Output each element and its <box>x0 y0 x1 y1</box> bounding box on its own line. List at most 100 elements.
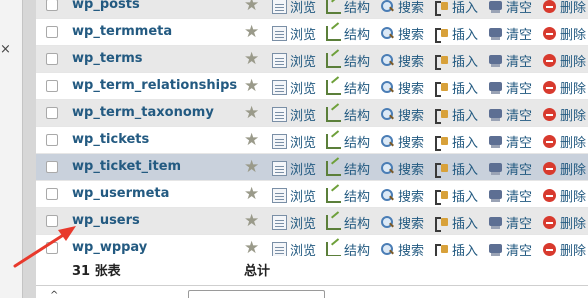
favorite-star-icon[interactable]: ★ <box>244 131 259 149</box>
browse-action[interactable]: 浏览 <box>272 213 316 232</box>
search-action[interactable]: 搜索 <box>380 24 424 43</box>
empty-action[interactable]: 清空 <box>488 24 532 43</box>
table-row[interactable]: wp_ticket_item ★ 浏览 结构 搜索 插入 清空 删除 <box>36 154 588 181</box>
table-row[interactable]: wp_terms ★ 浏览 结构 搜索 插入 清空 删除 <box>36 46 588 73</box>
favorite-star-icon[interactable]: ★ <box>244 212 259 230</box>
drop-action[interactable]: 删除 <box>542 186 586 205</box>
favorite-star-icon[interactable]: ★ <box>244 158 259 176</box>
drop-action[interactable]: 删除 <box>542 213 586 232</box>
search-action[interactable]: 搜索 <box>380 78 424 97</box>
table-row[interactable]: wp_posts ★ 浏览 结构 搜索 插入 清空 删除 <box>36 0 588 19</box>
table-name-link[interactable]: wp_term_relationships <box>72 78 237 93</box>
search-action[interactable]: 搜索 <box>380 0 424 16</box>
table-row[interactable]: wp_users ★ 浏览 结构 搜索 插入 清空 删除 <box>36 208 588 235</box>
drop-action[interactable]: 删除 <box>542 159 586 178</box>
structure-action[interactable]: 结构 <box>326 105 370 124</box>
table-name-link[interactable]: wp_wppay <box>72 240 147 255</box>
drop-action[interactable]: 删除 <box>542 24 586 43</box>
browse-action[interactable]: 浏览 <box>272 105 316 124</box>
search-action[interactable]: 搜索 <box>380 159 424 178</box>
browse-action[interactable]: 浏览 <box>272 159 316 178</box>
insert-action[interactable]: 插入 <box>434 78 478 97</box>
table-name-link[interactable]: wp_users <box>72 213 140 228</box>
insert-action[interactable]: 插入 <box>434 105 478 124</box>
table-row[interactable]: wp_tickets ★ 浏览 结构 搜索 插入 清空 删除 <box>36 127 588 154</box>
row-checkbox[interactable] <box>46 107 58 119</box>
empty-action[interactable]: 清空 <box>488 78 532 97</box>
structure-action[interactable]: 结构 <box>326 132 370 151</box>
search-action[interactable]: 搜索 <box>380 213 424 232</box>
drop-action[interactable]: 删除 <box>542 78 586 97</box>
row-checkbox[interactable] <box>46 80 58 92</box>
search-action[interactable]: 搜索 <box>380 132 424 151</box>
structure-action[interactable]: 结构 <box>326 186 370 205</box>
row-checkbox[interactable] <box>46 26 58 38</box>
with-selected-dropdown[interactable] <box>188 290 325 298</box>
insert-action[interactable]: 插入 <box>434 51 478 70</box>
browse-action[interactable]: 浏览 <box>272 24 316 43</box>
insert-action[interactable]: 插入 <box>434 213 478 232</box>
insert-action[interactable]: 插入 <box>434 132 478 151</box>
empty-action[interactable]: 清空 <box>488 132 532 151</box>
browse-action[interactable]: 浏览 <box>272 51 316 70</box>
empty-action[interactable]: 清空 <box>488 159 532 178</box>
insert-action[interactable]: 插入 <box>434 24 478 43</box>
favorite-star-icon[interactable]: ★ <box>244 185 259 203</box>
table-name-link[interactable]: wp_usermeta <box>72 186 169 201</box>
drop-action[interactable]: 删除 <box>542 51 586 70</box>
browse-label: 浏览 <box>290 1 317 16</box>
empty-label: 清空 <box>506 109 533 124</box>
browse-action[interactable]: 浏览 <box>272 186 316 205</box>
favorite-star-icon[interactable]: ★ <box>244 50 259 68</box>
drop-action[interactable]: 删除 <box>542 105 586 124</box>
search-icon <box>380 53 395 68</box>
empty-action[interactable]: 清空 <box>488 105 532 124</box>
drop-action[interactable]: 删除 <box>542 0 586 16</box>
row-checkbox[interactable] <box>46 0 58 11</box>
structure-action[interactable]: 结构 <box>326 24 370 43</box>
table-name-link[interactable]: wp_posts <box>72 0 140 12</box>
browse-action[interactable]: 浏览 <box>272 0 316 16</box>
table-name-link[interactable]: wp_terms <box>72 51 143 66</box>
empty-action[interactable]: 清空 <box>488 186 532 205</box>
search-action[interactable]: 搜索 <box>380 51 424 70</box>
empty-icon <box>488 53 503 68</box>
structure-action[interactable]: 结构 <box>326 159 370 178</box>
drop-action[interactable]: 删除 <box>542 132 586 151</box>
table-name-link[interactable]: wp_ticket_item <box>72 159 181 174</box>
empty-action[interactable]: 清空 <box>488 213 532 232</box>
row-checkbox[interactable] <box>46 161 58 173</box>
search-action[interactable]: 搜索 <box>380 186 424 205</box>
row-checkbox[interactable] <box>46 215 58 227</box>
favorite-star-icon[interactable]: ★ <box>244 0 259 14</box>
structure-action[interactable]: 结构 <box>326 213 370 232</box>
row-checkbox[interactable] <box>46 53 58 65</box>
row-checkbox[interactable] <box>46 188 58 200</box>
search-action[interactable]: 搜索 <box>380 105 424 124</box>
insert-action[interactable]: 插入 <box>434 159 478 178</box>
favorite-star-icon[interactable]: ★ <box>244 239 259 257</box>
empty-action[interactable]: 清空 <box>488 0 532 16</box>
browse-action[interactable]: 浏览 <box>272 132 316 151</box>
table-name-link[interactable]: wp_tickets <box>72 132 149 147</box>
row-checkbox[interactable] <box>46 242 58 254</box>
favorite-star-icon[interactable]: ★ <box>244 104 259 122</box>
structure-action[interactable]: 结构 <box>326 78 370 97</box>
collapse-icon[interactable]: × <box>0 42 11 57</box>
table-name-link[interactable]: wp_term_taxonomy <box>72 105 214 120</box>
structure-action[interactable]: 结构 <box>326 0 370 16</box>
insert-action[interactable]: 插入 <box>434 186 478 205</box>
empty-action[interactable]: 清空 <box>488 51 532 70</box>
insert-action[interactable]: 插入 <box>434 0 478 16</box>
browse-action[interactable]: 浏览 <box>272 78 316 97</box>
panel-divider[interactable] <box>22 0 36 298</box>
favorite-star-icon[interactable]: ★ <box>244 23 259 41</box>
table-row[interactable]: wp_term_taxonomy ★ 浏览 结构 搜索 插入 清空 删除 <box>36 100 588 127</box>
table-row[interactable]: wp_termmeta ★ 浏览 结构 搜索 插入 清空 删除 <box>36 19 588 46</box>
structure-action[interactable]: 结构 <box>326 51 370 70</box>
row-checkbox[interactable] <box>46 134 58 146</box>
table-row[interactable]: wp_term_relationships ★ 浏览 结构 搜索 插入 清空 删除 <box>36 73 588 100</box>
favorite-star-icon[interactable]: ★ <box>244 77 259 95</box>
table-row[interactable]: wp_usermeta ★ 浏览 结构 搜索 插入 清空 删除 <box>36 181 588 208</box>
table-name-link[interactable]: wp_termmeta <box>72 24 172 39</box>
